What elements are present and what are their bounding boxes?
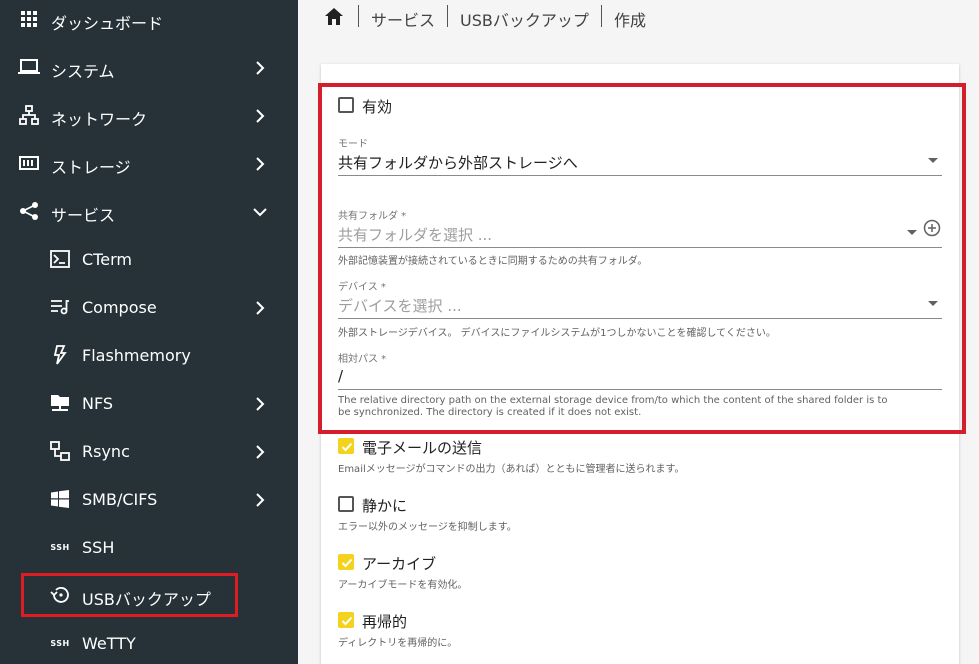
recursive-label: 再帰的 <box>362 613 408 631</box>
sidebar-item-label: サービス <box>51 206 116 225</box>
terminal-icon <box>49 248 71 270</box>
chevron-right-icon <box>256 109 265 123</box>
recursive-hint: ディレクトリを再帰的に。 <box>338 638 458 649</box>
quiet-label: 静かに <box>362 497 408 515</box>
laptop-icon <box>18 56 40 78</box>
windows-icon <box>49 488 71 510</box>
send-email-hint: Emailメッセージがコマンドの出力（あれば）とともに管理者に送られます。 <box>338 464 685 475</box>
sidebar-item-rsync[interactable]: Rsync <box>0 428 298 476</box>
sidebar-item-label: SSH <box>82 538 115 557</box>
sync-icon <box>49 440 71 462</box>
sidebar-item-label: ストレージ <box>51 158 131 177</box>
sidebar-item-ssh[interactable]: SSH SSH <box>0 524 298 572</box>
sidebar-item-storage[interactable]: ストレージ <box>0 140 298 188</box>
ssh-icon: SSH <box>50 638 70 648</box>
sidebar: ダッシュボード システム ネットワーク ストレージ サービス CTerm Com… <box>0 0 298 664</box>
send-email-label: 電子メールの送信 <box>362 439 483 457</box>
playlist-icon <box>49 296 71 318</box>
home-icon[interactable] <box>323 6 345 28</box>
recursive-checkbox[interactable] <box>338 612 354 628</box>
sidebar-item-label: Rsync <box>82 442 130 461</box>
sidebar-item-wetty[interactable]: SSH WeTTY <box>0 620 298 664</box>
chevron-right-icon <box>256 61 265 75</box>
check-icon <box>341 616 353 626</box>
form-highlight <box>318 83 966 434</box>
chevron-right-icon <box>256 157 265 171</box>
breadcrumb-separator <box>447 5 448 27</box>
share-icon <box>18 200 40 222</box>
breadcrumb: サービス USBバックアップ 作成 <box>298 0 979 34</box>
sidebar-item-dashboard[interactable]: ダッシュボード <box>0 0 298 44</box>
quiet-hint: エラー以外のメッセージを抑制します。 <box>338 522 517 533</box>
sidebar-item-smb[interactable]: SMB/CIFS <box>0 476 298 524</box>
sidebar-item-label: システム <box>51 62 115 81</box>
sidebar-item-nfs[interactable]: NFS <box>0 380 298 428</box>
sidebar-item-label: ネットワーク <box>51 110 148 129</box>
send-email-checkbox[interactable] <box>338 438 354 454</box>
sidebar-item-label: ダッシュボード <box>51 14 164 33</box>
sidebar-item-system[interactable]: システム <box>0 44 298 92</box>
sidebar-item-cterm[interactable]: CTerm <box>0 236 298 284</box>
breadcrumb-item[interactable]: サービス <box>371 7 435 31</box>
sidebar-item-label: CTerm <box>82 250 132 269</box>
sidebar-item-services[interactable]: サービス <box>0 188 298 236</box>
chevron-right-icon <box>256 397 265 411</box>
grid-icon <box>18 8 40 30</box>
archive-hint: アーカイブモードを有効化。 <box>338 580 468 591</box>
breadcrumb-item[interactable]: USBバックアップ <box>460 7 589 31</box>
sidebar-item-compose[interactable]: Compose <box>0 284 298 332</box>
folder-network-icon <box>49 392 71 414</box>
chevron-right-icon <box>256 445 265 459</box>
quiet-checkbox[interactable] <box>338 496 354 512</box>
sidebar-item-flashmemory[interactable]: Flashmemory <box>0 332 298 380</box>
check-icon <box>341 442 353 452</box>
usb-backup-highlight <box>21 573 238 617</box>
sidebar-item-label: SMB/CIFS <box>82 490 158 509</box>
chevron-right-icon <box>256 301 265 315</box>
sidebar-item-label: Compose <box>82 298 157 317</box>
breadcrumb-current: 作成 <box>614 11 647 30</box>
breadcrumb-separator <box>601 5 602 27</box>
network-icon <box>18 104 40 126</box>
breadcrumb-separator <box>358 5 359 27</box>
flash-icon <box>49 344 71 366</box>
chevron-right-icon <box>256 493 265 507</box>
sidebar-item-network[interactable]: ネットワーク <box>0 92 298 140</box>
archive-label: アーカイブ <box>362 555 437 573</box>
chevron-down-icon <box>253 208 267 217</box>
archive-checkbox[interactable] <box>338 554 354 570</box>
storage-icon <box>18 152 40 174</box>
sidebar-item-label: Flashmemory <box>82 346 191 365</box>
check-icon <box>341 558 353 568</box>
sidebar-item-label: WeTTY <box>82 634 136 653</box>
sidebar-item-label: NFS <box>82 394 114 413</box>
ssh-icon: SSH <box>50 542 70 552</box>
